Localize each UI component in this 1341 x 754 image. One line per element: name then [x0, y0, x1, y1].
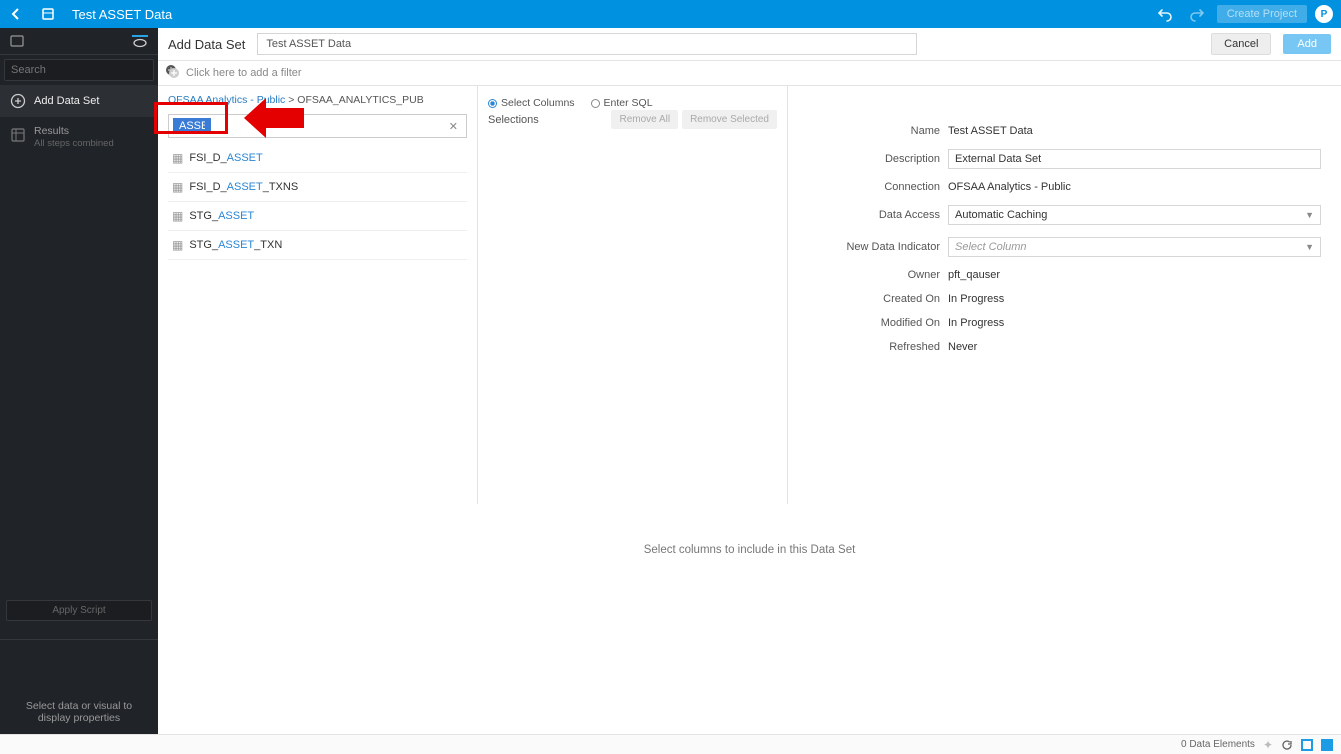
table-row[interactable]: ▦ STG_ASSET_TXN — [168, 231, 467, 260]
details-column: Select Columns Enter SQL Name Test ASSET… — [788, 86, 1341, 504]
data-elements-count: 0 Data Elements — [1181, 739, 1255, 750]
selections-column: Selections Remove All Remove Selected — [478, 86, 788, 504]
new-data-indicator-label: New Data Indicator — [798, 241, 948, 253]
result-list: ▦ FSI_D_ASSET ▦ FSI_D_ASSET_TXNS ▦ STG_A… — [168, 144, 467, 260]
add-data-set-title: Add Data Set — [168, 37, 245, 52]
breadcrumb-current: OFSAA_ANALYTICS_PUB — [297, 94, 423, 106]
name-label: Name — [798, 125, 948, 137]
results-label: Results — [34, 125, 114, 137]
modified-on-label: Modified On — [798, 317, 948, 329]
remove-selected-button: Remove Selected — [682, 110, 777, 129]
browse-column: OFSAA Analytics - Public > OFSAA_ANALYTI… — [158, 86, 478, 504]
palette-icon[interactable] — [10, 34, 24, 48]
avatar[interactable]: P — [1315, 5, 1333, 23]
page-title: Test ASSET Data — [72, 7, 172, 22]
connection-value: OFSAA Analytics - Public — [948, 181, 1321, 193]
select-columns-radio[interactable]: Select Columns — [488, 97, 575, 109]
remove-all-button: Remove All — [611, 110, 678, 129]
data-access-label: Data Access — [798, 209, 948, 221]
table-icon: ▦ — [172, 238, 183, 252]
created-on-label: Created On — [798, 293, 948, 305]
data-set-name-input[interactable] — [257, 33, 917, 55]
sidebar-item-results[interactable]: Results All steps combined — [0, 117, 158, 157]
table-row[interactable]: ▦ FSI_D_ASSET — [168, 144, 467, 173]
dataset-icon — [36, 2, 60, 26]
cancel-button[interactable]: Cancel — [1211, 33, 1271, 55]
add-filter-icon — [168, 67, 180, 79]
topbar: Test ASSET Data Create Project P — [0, 0, 1341, 28]
table-search-input[interactable] — [173, 118, 211, 134]
redo-icon[interactable] — [1185, 2, 1209, 26]
description-label: Description — [798, 153, 948, 165]
new-data-indicator-select[interactable]: Select Column ▼ — [948, 237, 1321, 257]
statusbar: 0 Data Elements ✦ — [0, 734, 1341, 754]
table-row[interactable]: ▦ FSI_D_ASSET_TXNS — [168, 173, 467, 202]
chevron-down-icon: ▼ — [1305, 242, 1314, 252]
format-icon[interactable]: ✦ — [1263, 738, 1273, 752]
owner-label: Owner — [798, 269, 948, 281]
table-search-box[interactable]: ✕ — [168, 114, 467, 138]
view-mode-outline-icon[interactable] — [1301, 739, 1313, 751]
breadcrumb-link[interactable]: OFSAA Analytics - Public — [168, 94, 285, 106]
guide-icon[interactable] — [132, 35, 148, 48]
owner-value: pft_qauser — [948, 269, 1321, 281]
create-project-button: Create Project — [1217, 5, 1307, 23]
sidebar: Add Data Set Results All steps combined … — [0, 28, 158, 734]
results-sub-label: All steps combined — [34, 138, 114, 149]
sidebar-hint: Select data or visual to display propert… — [0, 639, 158, 734]
filter-placeholder: Click here to add a filter — [186, 67, 302, 79]
main: Add Data Set Cancel Add Click here to ad… — [158, 28, 1341, 734]
filter-row[interactable]: Click here to add a filter — [158, 61, 1341, 86]
breadcrumb: OFSAA Analytics - Public > OFSAA_ANALYTI… — [168, 92, 467, 114]
sidebar-item-add-data-set[interactable]: Add Data Set — [0, 85, 158, 117]
sidebar-search-input[interactable] — [5, 60, 159, 80]
sidebar-search[interactable] — [4, 59, 154, 81]
table-icon: ▦ — [172, 180, 183, 194]
chevron-down-icon: ▼ — [1305, 210, 1314, 220]
mode-radios: Select Columns Enter SQL — [488, 92, 768, 109]
add-data-set-icon — [10, 93, 26, 109]
refreshed-value: Never — [948, 341, 1321, 353]
modified-on-value: In Progress — [948, 317, 1321, 329]
results-icon — [10, 127, 26, 143]
clear-search-icon[interactable]: ✕ — [441, 120, 466, 133]
selections-label: Selections — [488, 114, 539, 126]
table-row[interactable]: ▦ STG_ASSET — [168, 202, 467, 231]
name-value: Test ASSET Data — [948, 125, 1321, 137]
connection-label: Connection — [798, 181, 948, 193]
sidebar-item-label: Add Data Set — [34, 95, 99, 107]
enter-sql-radio[interactable]: Enter SQL — [591, 97, 653, 109]
add-button: Add — [1283, 34, 1331, 54]
view-mode-fill-icon[interactable] — [1321, 739, 1333, 751]
data-access-select[interactable]: Automatic Caching ▼ — [948, 205, 1321, 225]
created-on-value: In Progress — [948, 293, 1321, 305]
description-input[interactable] — [948, 149, 1321, 169]
apply-script-button: Apply Script — [6, 600, 152, 621]
table-icon: ▦ — [172, 209, 183, 223]
refreshed-label: Refreshed — [798, 341, 948, 353]
main-header: Add Data Set Cancel Add — [158, 28, 1341, 61]
bottom-hint: Select columns to include in this Data S… — [158, 504, 1341, 596]
back-icon[interactable] — [4, 2, 28, 26]
table-icon: ▦ — [172, 151, 183, 165]
undo-icon[interactable] — [1153, 2, 1177, 26]
refresh-icon[interactable] — [1281, 739, 1293, 751]
